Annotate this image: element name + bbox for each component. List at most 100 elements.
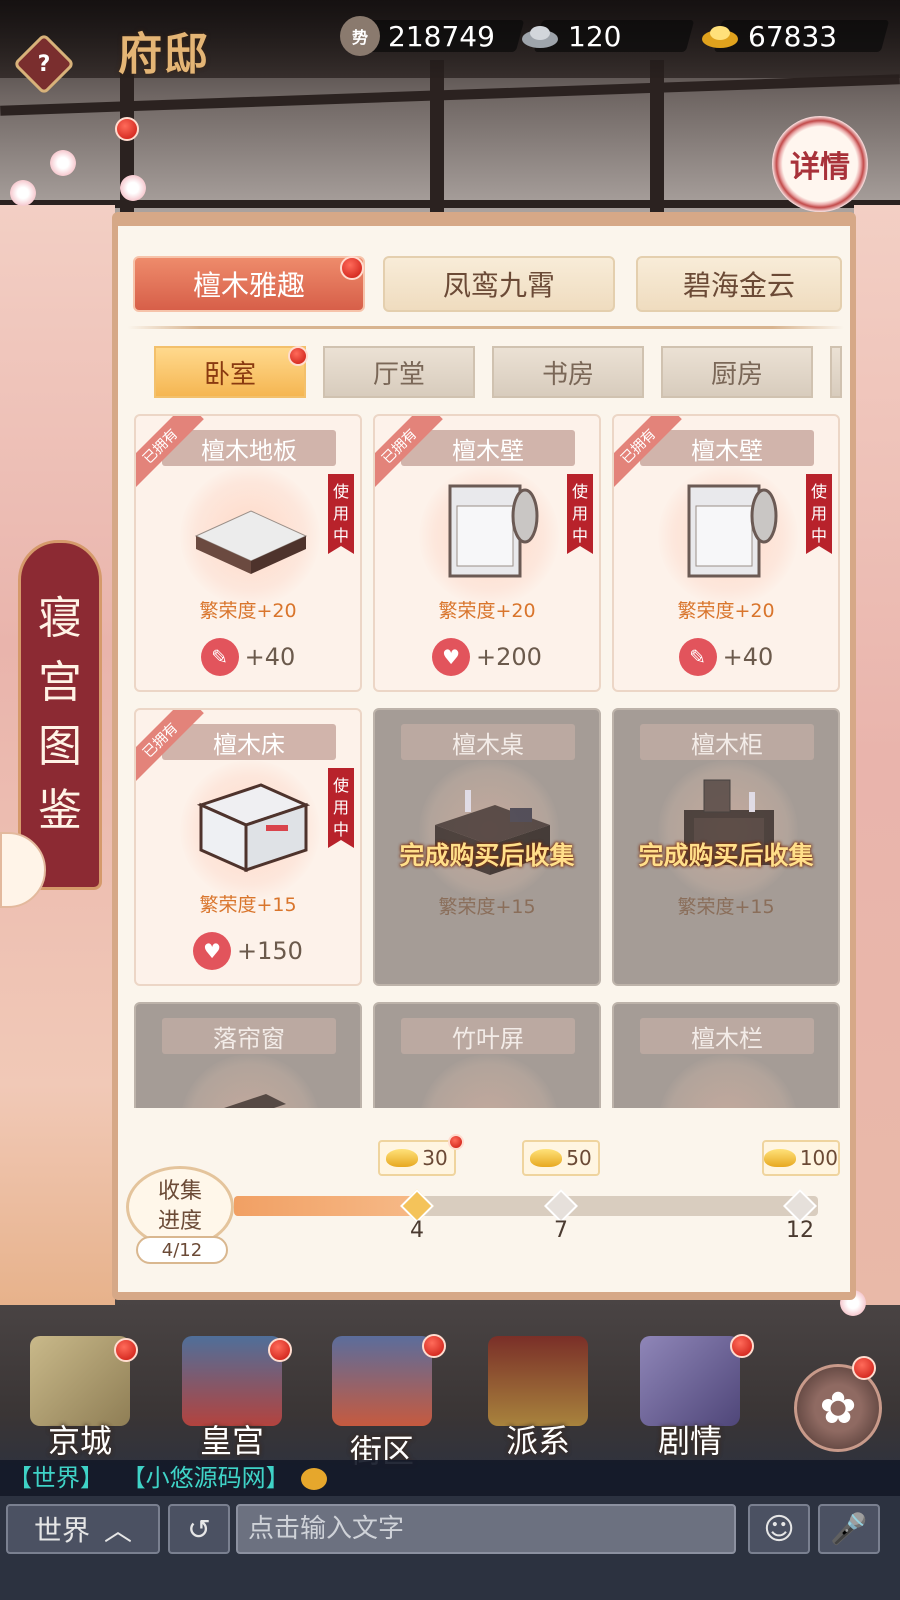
sakura-icon bbox=[120, 175, 146, 201]
nav-label: 派系 bbox=[505, 1422, 570, 1460]
chat-channel-label: 世界 bbox=[33, 1514, 90, 1547]
history-icon: ↺ bbox=[187, 1512, 211, 1546]
nav-faction[interactable]: 派系 bbox=[478, 1330, 598, 1460]
voice-button[interactable]: 🎤 bbox=[818, 1504, 880, 1554]
resource-gold: 67833 bbox=[700, 16, 890, 56]
prosperity-value: 繁荣度+15 bbox=[438, 896, 536, 918]
item-name: 落帘窗 bbox=[162, 1018, 336, 1054]
item-name: 檀木壁 bbox=[401, 430, 575, 466]
microphone-icon: 🎤 bbox=[830, 1511, 868, 1547]
nav-label: 京城 bbox=[47, 1422, 112, 1460]
in-use-tag: 使用中 bbox=[567, 474, 593, 554]
reward-amount: 50 bbox=[566, 1146, 592, 1170]
book-icon bbox=[640, 1336, 740, 1426]
bonus: ♥ +200 bbox=[375, 638, 599, 676]
bonus: ✎ +40 bbox=[614, 638, 838, 676]
floor-icon bbox=[194, 510, 308, 574]
bonus: ✎ +40 bbox=[136, 638, 360, 676]
notification-dot bbox=[115, 117, 139, 141]
notification-dot bbox=[852, 1356, 876, 1380]
prosperity-value: 繁荣度+15 bbox=[677, 896, 775, 918]
room-tab-hall[interactable]: 厅堂 bbox=[323, 346, 475, 398]
silver-ingot-icon bbox=[520, 16, 560, 56]
progress-count: 4/12 bbox=[136, 1236, 228, 1264]
item-card-locked[interactable]: 檀木柜 完成购买后收集 繁荣度+15 bbox=[612, 708, 840, 986]
item-card-locked[interactable]: 檀木栏 bbox=[612, 1002, 840, 1108]
gold-ingot-icon bbox=[764, 1149, 796, 1167]
reward-amount: 100 bbox=[799, 1146, 838, 1170]
item-card[interactable]: 檀木壁 已拥有 使用中 繁荣度+20 ♥ +200 bbox=[373, 414, 601, 692]
prosperity-value: 繁荣度+15 bbox=[199, 894, 297, 916]
item-card-locked[interactable]: 落帘窗 bbox=[134, 1002, 362, 1108]
notification-dot bbox=[340, 256, 364, 280]
prosperity-value: 繁荣度+20 bbox=[199, 600, 297, 622]
progress-bar bbox=[234, 1196, 818, 1216]
item-grid-overflow: 落帘窗 竹叶屏 檀木栏 bbox=[130, 1000, 842, 1108]
banner-char: 图 bbox=[38, 721, 82, 772]
chat-channel-button[interactable]: 世界 ︿ bbox=[6, 1504, 160, 1554]
milestone-reward[interactable]: 50 bbox=[522, 1140, 612, 1176]
item-card[interactable]: 檀木壁 已拥有 使用中 繁荣度+20 ✎ +40 bbox=[612, 414, 840, 692]
item-card[interactable]: 檀木地板 已拥有 使用中 繁荣度+20 ✎ +40 bbox=[134, 414, 362, 692]
gold-ingot-icon bbox=[530, 1149, 563, 1167]
notification-dot bbox=[730, 1334, 754, 1358]
item-name: 檀木栏 bbox=[640, 1018, 814, 1054]
room-tab-bedroom[interactable]: 卧室 bbox=[154, 346, 306, 398]
notification-dot bbox=[288, 346, 308, 366]
item-name: 檀木桌 bbox=[401, 724, 575, 760]
locked-hint: 完成购买后收集 bbox=[399, 841, 575, 870]
category-tab-phoenix[interactable]: 凤鸾九霄 bbox=[383, 256, 615, 312]
locked-hint: 完成购买后收集 bbox=[638, 841, 814, 870]
gold-value: 67833 bbox=[748, 19, 838, 53]
divider bbox=[128, 326, 844, 329]
chat-message-text: 【小悠源码网】 bbox=[121, 1464, 290, 1492]
brush-icon: ✎ bbox=[200, 638, 239, 676]
chat-input[interactable] bbox=[236, 1504, 736, 1554]
category-tab-sandalwood[interactable]: 檀木雅趣 bbox=[133, 256, 365, 312]
brush-icon: ✎ bbox=[678, 638, 717, 676]
room-tab-study[interactable]: 书房 bbox=[492, 346, 644, 398]
faction-banner-icon bbox=[488, 1336, 588, 1426]
chat-channel-tag: 【世界】 bbox=[8, 1464, 104, 1492]
resource-silver: 120 bbox=[520, 16, 695, 56]
bonus-value: +40 bbox=[722, 643, 774, 671]
in-use-tag: 使用中 bbox=[328, 474, 354, 554]
bonus-value: +200 bbox=[476, 643, 542, 671]
chat-message[interactable]: 【世界】 【小悠源码网】 bbox=[0, 1460, 900, 1496]
room-tab-kitchen[interactable]: 厨房 bbox=[661, 346, 813, 398]
prosperity-value: 繁荣度+20 bbox=[438, 600, 536, 622]
detail-button[interactable]: 详情 bbox=[772, 116, 868, 212]
prosperity-value: 繁荣度+20 bbox=[677, 600, 775, 622]
in-use-tag: 使用中 bbox=[806, 474, 832, 554]
wall-panel-icon bbox=[448, 484, 539, 578]
category-tab-sea-cloud[interactable]: 碧海金云 bbox=[636, 256, 842, 312]
question-icon: ? bbox=[37, 51, 51, 77]
bonus: ♥ +150 bbox=[136, 932, 360, 970]
heart-icon: ♥ bbox=[193, 932, 232, 970]
room-tab-more[interactable] bbox=[830, 346, 842, 398]
item-card-locked[interactable]: 竹叶屏 bbox=[373, 1002, 601, 1108]
smiley-icon: ☺ bbox=[763, 1511, 795, 1547]
nav-label: 皇宫 bbox=[199, 1422, 264, 1460]
item-name: 檀木壁 bbox=[640, 430, 814, 466]
item-card-locked[interactable]: 檀木桌 完成购买后收集 繁荣度+15 bbox=[373, 708, 601, 986]
railing-icon bbox=[664, 1064, 794, 1108]
banner-char: 宫 bbox=[38, 657, 82, 708]
item-name: 竹叶屏 bbox=[401, 1018, 575, 1054]
notification-dot bbox=[422, 1334, 446, 1358]
emoji-face-icon bbox=[301, 1468, 328, 1490]
milestone-reward[interactable]: 100 bbox=[762, 1140, 852, 1176]
prestige-value: 218749 bbox=[388, 19, 495, 53]
milestone-threshold: 7 bbox=[554, 1218, 568, 1243]
screen-icon bbox=[425, 1064, 555, 1108]
window-icon bbox=[224, 1094, 286, 1108]
emoji-button[interactable]: ☺ bbox=[748, 1504, 810, 1554]
gold-ingot-icon bbox=[700, 16, 740, 56]
banner-char: 鉴 bbox=[38, 785, 82, 836]
item-card[interactable]: 檀木床 已拥有 使用中 繁荣度+15 ♥ +150 bbox=[134, 708, 362, 986]
page-title: 府邸 bbox=[118, 29, 210, 80]
reward-amount: 30 bbox=[422, 1146, 448, 1170]
resource-prestige: 势 218749 bbox=[340, 16, 525, 56]
history-button[interactable]: ↺ bbox=[168, 1504, 230, 1554]
notification-dot bbox=[114, 1338, 138, 1362]
